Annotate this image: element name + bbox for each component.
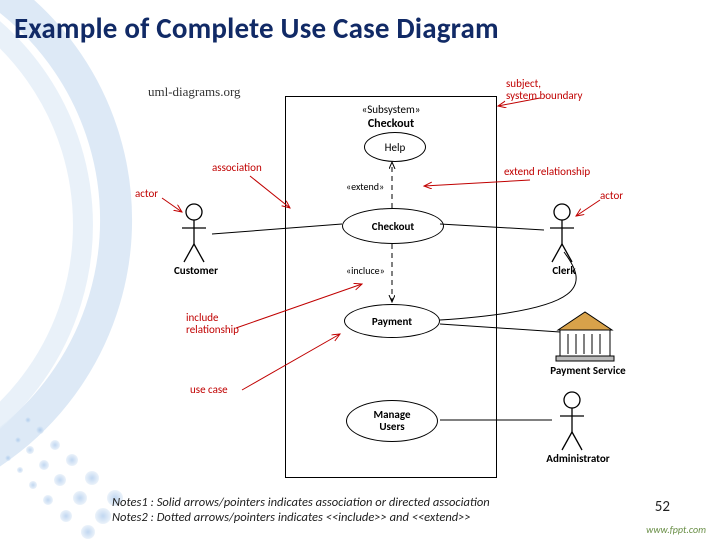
actor-admin-label: Administrator xyxy=(538,452,618,465)
slide: Example of Complete Use Case Diagram uml… xyxy=(0,0,720,540)
note-2: Notes2 : Dotted arrows/pointers indicate… xyxy=(112,510,490,526)
notes: Notes1 : Solid arrows/pointers indicates… xyxy=(112,495,490,526)
actor-admin-icon xyxy=(560,392,584,450)
page-title: Example of Complete Use Case Diagram xyxy=(14,10,499,46)
actor-customer-icon xyxy=(182,204,206,262)
actor-clerk-icon xyxy=(550,204,574,262)
decorative-swirls xyxy=(0,0,140,540)
use-case-diagram: uml-diagrams.org subject, system boundar… xyxy=(140,84,640,480)
page-number: 52 xyxy=(655,498,670,516)
diagram-lines xyxy=(140,84,640,480)
actor-payment-service-label: Payment Service xyxy=(538,364,638,377)
note-1: Notes1 : Solid arrows/pointers indicates… xyxy=(112,495,490,511)
fppt-link: www.fppt.com xyxy=(646,523,706,536)
actor-payment-service-icon xyxy=(556,312,614,361)
actor-clerk-label: Clerk xyxy=(544,264,584,277)
actor-customer-label: Customer xyxy=(168,264,224,277)
